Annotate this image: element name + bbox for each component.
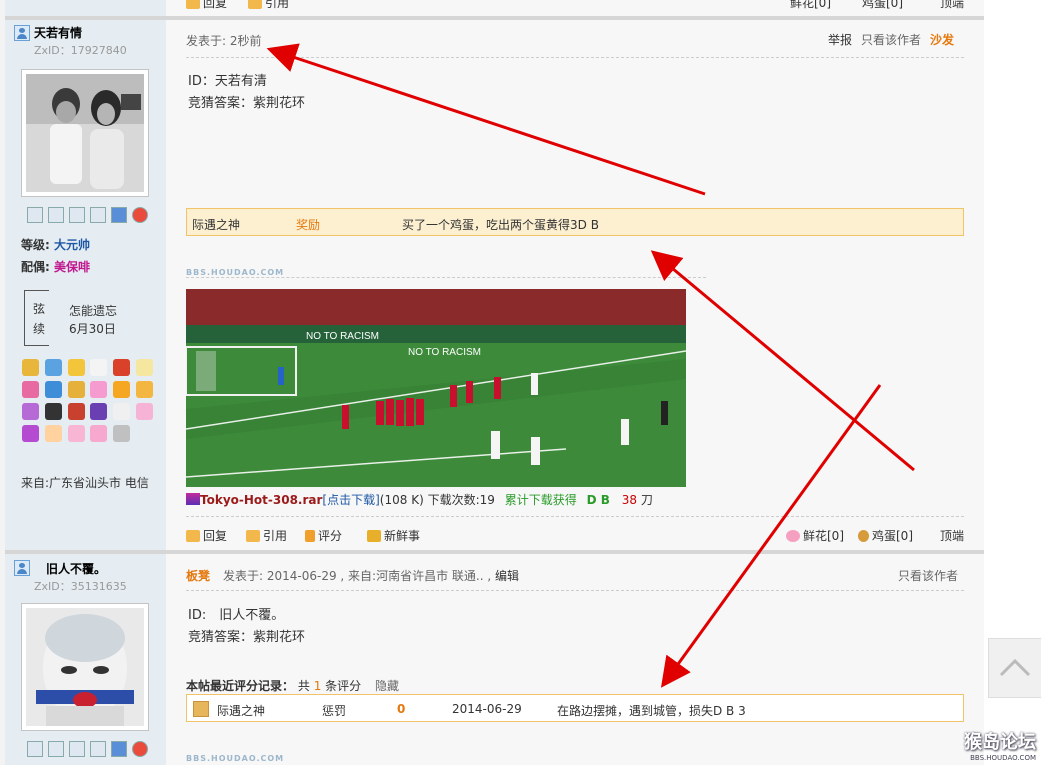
annotation-arrows [266, 43, 915, 688]
arrow-to-post-time [266, 43, 706, 196]
arrow-to-rating-box [660, 384, 882, 688]
arrow-to-reward-box [650, 250, 915, 472]
